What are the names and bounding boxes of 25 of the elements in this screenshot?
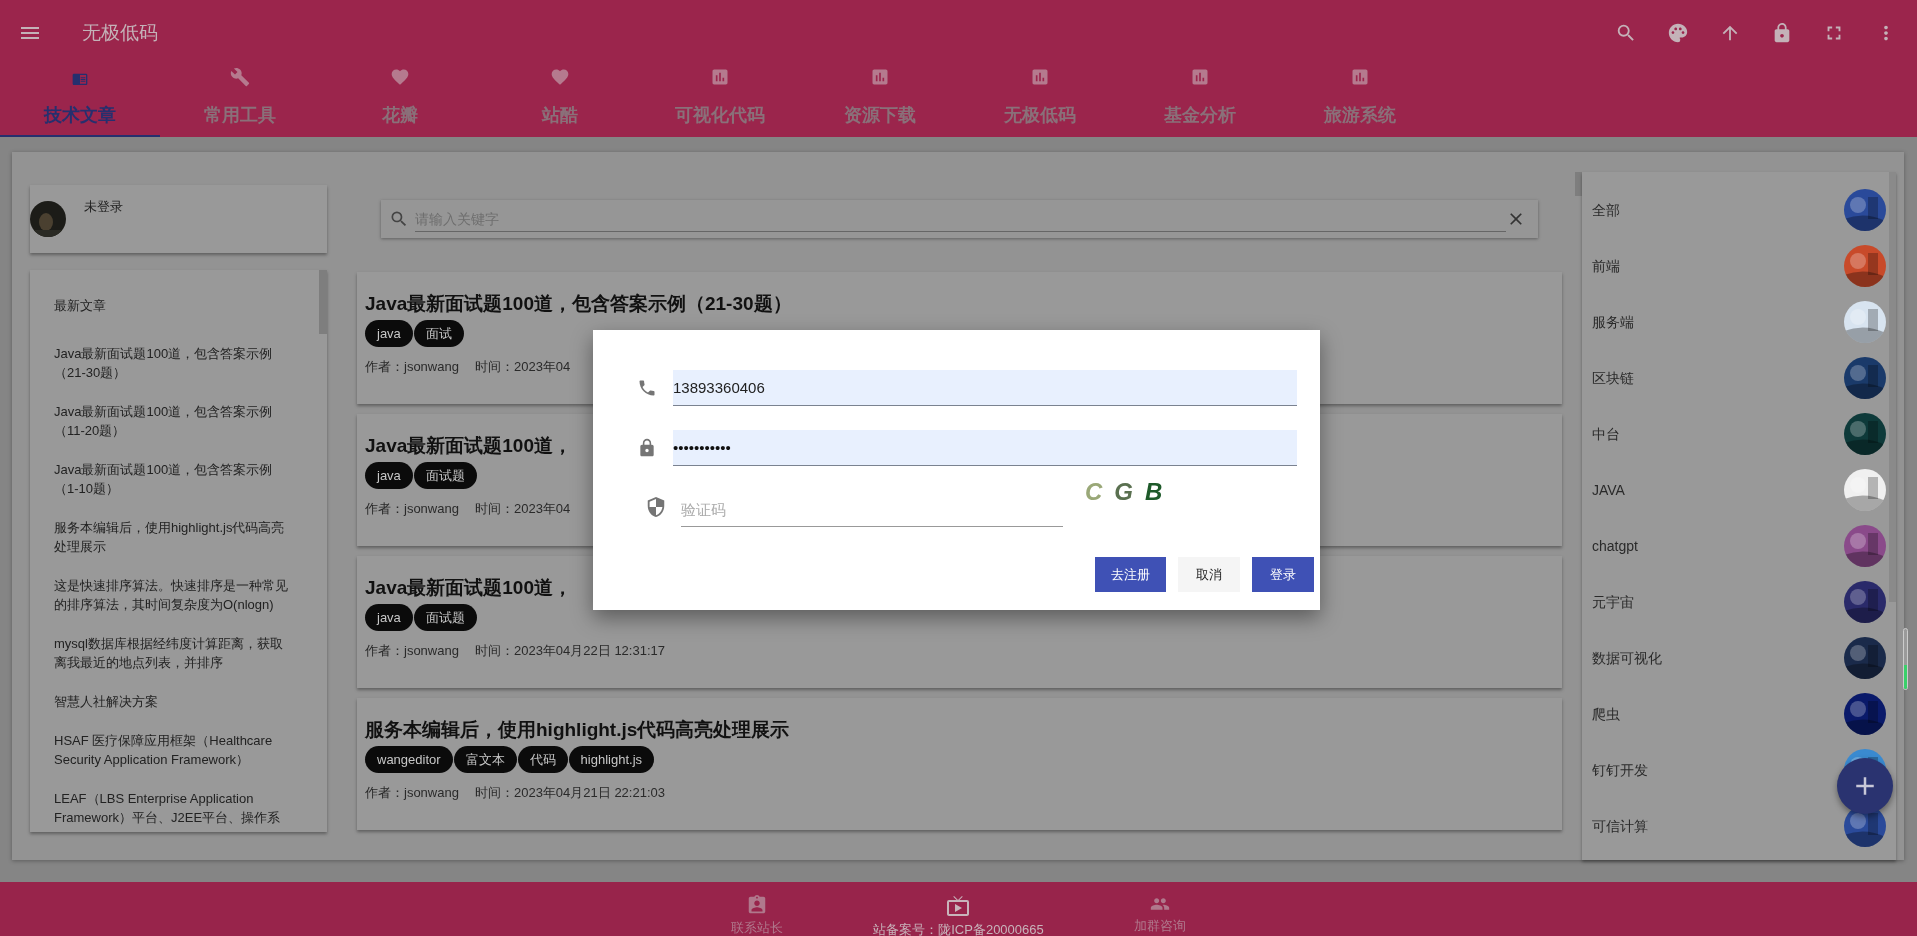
article-title: Java最新面试题100道，包含答案示例（21-30题）	[365, 292, 792, 316]
tag: 面试题	[413, 604, 477, 631]
article-title: Java最新面试题100道，	[365, 576, 572, 600]
tag: 富文本	[453, 746, 517, 773]
timestamp: 时间：2023年04月21日 22:21:03	[474, 784, 665, 802]
tag: java	[365, 462, 413, 489]
author: 作者：jsonwang	[365, 358, 459, 376]
tag: highlight.js	[568, 746, 655, 773]
timestamp: 时间：2023年04	[474, 358, 571, 376]
author: 作者：jsonwang	[365, 500, 459, 518]
tag: 面试	[413, 320, 464, 347]
timestamp: 时间：2023年04	[474, 500, 571, 518]
tag: wangeditor	[365, 746, 453, 773]
tag: 面试题	[413, 462, 477, 489]
tag: 代码	[517, 746, 568, 773]
section-title: 最新文章	[54, 297, 107, 315]
tag: java	[365, 604, 413, 631]
author: 作者：jsonwang	[365, 784, 459, 802]
app-title: 无极低码	[82, 20, 158, 45]
user-status: 未登录	[84, 198, 123, 216]
timestamp: 时间：2023年04月22日 12:31:17	[474, 642, 665, 660]
article-title: 服务本编辑后，使用highlight.js代码高亮处理展示	[365, 718, 790, 742]
author: 作者：jsonwang	[365, 642, 459, 660]
tag: java	[365, 320, 413, 347]
article-title: Java最新面试题100道，	[365, 434, 572, 458]
